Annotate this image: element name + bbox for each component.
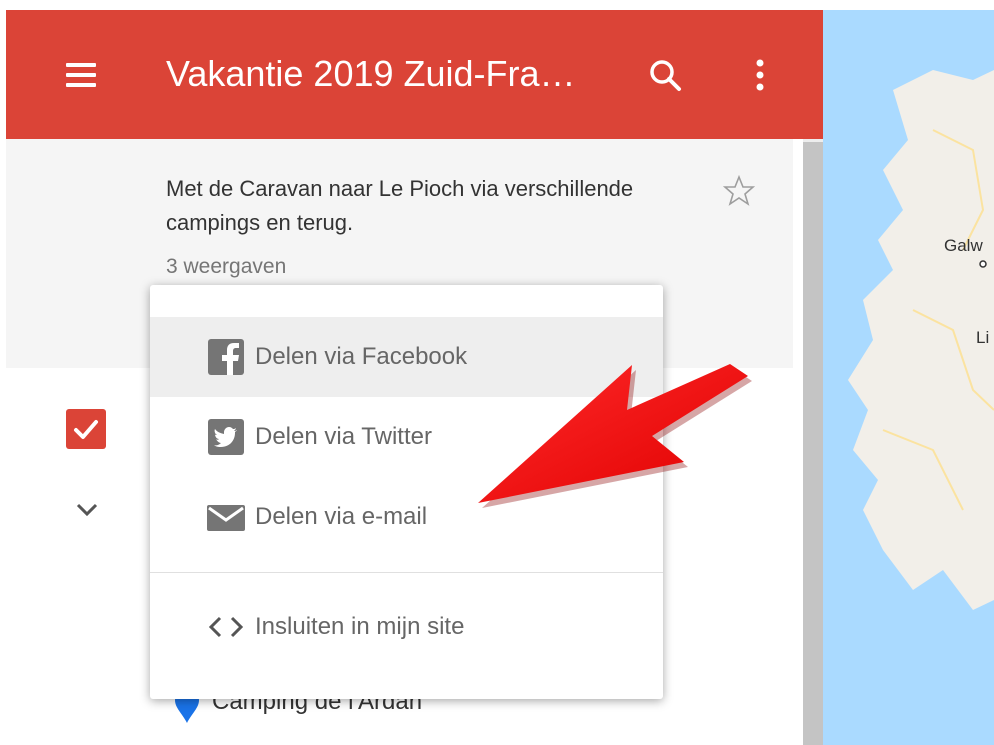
chevron-down-icon	[76, 503, 98, 517]
embed-site-label: Insluiten in mijn site	[255, 613, 465, 640]
hamburger-icon	[66, 63, 96, 67]
embed-code-icon	[206, 607, 246, 647]
layer-checkbox[interactable]	[66, 409, 106, 449]
map-description: Met de Caravan naar Le Pioch via verschi…	[166, 176, 634, 235]
map-title: Vakantie 2019 Zuid-Fra…	[166, 53, 576, 94]
scrollbar-thumb[interactable]	[803, 142, 823, 745]
more-options-button[interactable]	[740, 54, 780, 98]
more-vert-icon	[756, 59, 764, 91]
star-outline-icon	[722, 174, 756, 206]
embed-site-item[interactable]: Insluiten in mijn site	[150, 587, 663, 667]
search-icon	[650, 60, 681, 91]
share-email-label: Delen via e-mail	[255, 503, 428, 530]
hamburger-icon	[66, 73, 96, 77]
twitter-icon	[206, 417, 246, 457]
share-facebook-label: Delen via Facebook	[255, 343, 468, 370]
map-label-city: Li	[976, 328, 990, 347]
facebook-icon	[206, 337, 246, 377]
menu-divider	[150, 572, 663, 573]
map-label-city: Galw	[944, 236, 983, 255]
search-button[interactable]	[644, 54, 688, 98]
star-button[interactable]	[722, 174, 756, 208]
mail-icon	[206, 497, 246, 537]
hamburger-icon	[66, 83, 96, 87]
share-email-item[interactable]: Delen via e-mail	[150, 477, 663, 557]
check-icon	[74, 420, 98, 439]
window-top-strip	[0, 0, 994, 10]
menu-button[interactable]	[60, 58, 106, 92]
share-twitter-item[interactable]: Delen via Twitter	[150, 397, 663, 477]
share-twitter-label: Delen via Twitter	[255, 423, 432, 450]
expand-layer-button[interactable]	[72, 496, 102, 522]
share-menu: Delen via Facebook Delen via Twitter Del…	[150, 285, 663, 699]
map-view[interactable]: Galw Li	[823, 10, 994, 745]
share-facebook-item[interactable]: Delen via Facebook	[150, 317, 663, 397]
view-count: 3 weergaven	[166, 255, 287, 278]
map-land	[848, 70, 994, 610]
